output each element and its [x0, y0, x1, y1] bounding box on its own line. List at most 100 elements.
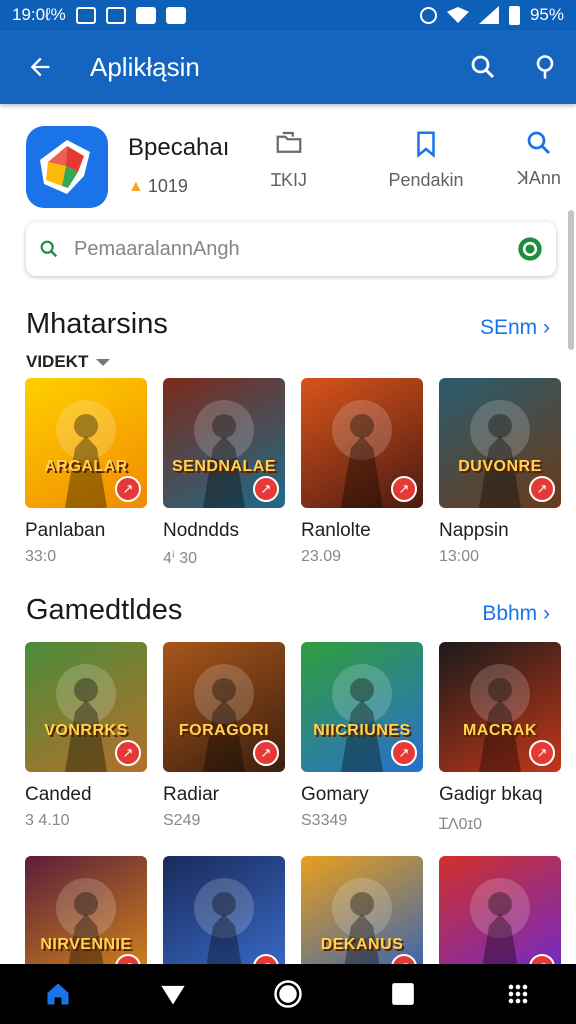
search-icon [40, 240, 58, 258]
home-icon [47, 983, 69, 1005]
game-row: ARGALAR ↗ Panlaban 33:0 SENDNALAE ↗ Nodndds 4ⁱ … [25, 378, 565, 578]
star-icon: ▲ [128, 177, 144, 195]
game-thumbnail[interactable]: ARGALAR ↗ [25, 378, 147, 508]
game-card[interactable]: ARGALAR ↗ Panlaban 33:0 [25, 378, 147, 566]
chevron-down-icon [96, 358, 111, 366]
game-meta: 13:00 [439, 548, 480, 565]
bottom-navigation [0, 964, 576, 1024]
game-card[interactable]: FORAGORI ↗ Radiar S249 [163, 642, 285, 830]
search-input[interactable] [74, 237, 516, 261]
game-art-title: NIRVENNIE [40, 936, 132, 953]
bookmark-action[interactable]: Pendakin [380, 128, 472, 191]
search-icon [527, 131, 551, 155]
game-meta: 3 4.10 [25, 812, 70, 829]
back-nav-button[interactable] [143, 964, 203, 1024]
see-more-link[interactable]: SEnm › [480, 316, 550, 340]
alarm-icon [419, 6, 437, 24]
folder-icon [276, 131, 302, 153]
game-meta: 23.09 [301, 548, 342, 565]
status-bar: 19:0ℓ% 95% [0, 0, 576, 30]
chevron-right-icon: › [537, 316, 550, 339]
game-card[interactable]: SENDNALAE ↗ Nodndds 4ⁱ 30 [163, 378, 285, 568]
notification-icon [135, 6, 156, 24]
bookmark-action-label: Pendakin [388, 170, 464, 190]
game-title: Panlaban [25, 520, 106, 541]
search-action-label: ꓘAnn [517, 168, 561, 188]
game-title: Gomary [301, 784, 369, 805]
game-thumbnail[interactable]: ↗ [301, 378, 423, 508]
folder-action-label: ꞮKIJ [270, 170, 307, 190]
notification-icon [165, 6, 186, 24]
folder-action[interactable]: ꞮKIJ [258, 128, 320, 192]
apps-button[interactable] [488, 964, 548, 1024]
game-card[interactable]: VONRRKS ↗ Canded 3 4.10 [25, 642, 147, 830]
see-more-label: SEnm [479, 316, 538, 339]
game-title: Nappsin [439, 520, 509, 541]
game-meta: 4ⁱ 30 [163, 550, 197, 567]
home-button[interactable] [28, 964, 88, 1024]
wifi-icon [446, 7, 469, 23]
game-meta: S249 [163, 812, 201, 829]
rating-value: 1019 [147, 176, 188, 196]
see-more-label: Bbhm [482, 602, 538, 625]
status-time: 19:0ℓ% [12, 5, 66, 24]
search-bar [26, 222, 556, 276]
search-icon [471, 55, 495, 79]
game-meta: 33:0 [25, 548, 57, 565]
game-thumbnail[interactable]: MACRAK ↗ [439, 642, 561, 772]
refresh-icon[interactable] [516, 235, 544, 263]
game-art-title: VONRRKS [44, 722, 128, 739]
game-art-title: SENDNALAE [171, 458, 277, 475]
triangle-back-icon [161, 985, 185, 1005]
game-card[interactable]: MACRAK ↗ Gadigr bkaq ꞮΛ0ɪ0 [439, 642, 561, 834]
game-meta: ꞮΛ0ɪ0 [439, 816, 483, 833]
game-thumbnail[interactable]: VONRRKS ↗ [25, 642, 147, 772]
game-art-title: MACRAK [462, 722, 538, 739]
game-title: Ranlolte [301, 520, 371, 541]
app-header: Bpecahaı ▲ 1019 ꞮKIJ Pendakin ꓘAnn [0, 104, 576, 214]
page-title: Aplikłąsin [90, 51, 200, 82]
location-button[interactable] [514, 30, 576, 104]
game-thumbnail[interactable]: DUVONRE ↗ [439, 378, 561, 508]
game-art-title: DUVONRE [458, 458, 542, 475]
game-thumbnail[interactable]: FORAGORI ↗ [163, 642, 285, 772]
circle-home-icon [274, 980, 302, 1008]
see-more-link[interactable]: Bbhm › [482, 602, 550, 626]
game-title: Nodndds [163, 520, 240, 541]
battery-icon [508, 5, 520, 25]
game-title: Gadigr bkaq [439, 784, 543, 805]
game-badge-icon: ↗ [529, 476, 555, 502]
game-art-title: FORAGORI [178, 722, 270, 739]
search-button[interactable] [452, 30, 514, 104]
game-badge-icon: ↗ [253, 740, 279, 766]
game-card[interactable]: ↗ Ranlolte 23.09 [301, 378, 423, 566]
game-thumbnail[interactable]: SENDNALAE ↗ [163, 378, 285, 508]
chevron-right-icon: › [537, 602, 550, 625]
game-title: Canded [25, 784, 92, 805]
notification-icon [105, 6, 126, 24]
square-recents-icon [392, 983, 414, 1005]
location-pin-icon [536, 55, 554, 79]
back-arrow-icon [30, 57, 50, 77]
search-action[interactable]: ꓘAnn [508, 128, 570, 189]
filter-label: VIDEKT [26, 352, 89, 371]
game-badge-icon: ↗ [391, 740, 417, 766]
section-title: Gamedtldes [26, 594, 183, 626]
battery-percent: 95% [529, 5, 564, 24]
game-card[interactable]: NIICRIUNES ↗ Gomary S3349 [301, 642, 423, 830]
filter-dropdown[interactable]: VIDEKT [26, 352, 111, 372]
game-title: Radiar [163, 784, 219, 805]
game-row: VONRRKS ↗ Canded 3 4.10 FORAGORI ↗ Radiar S249 N… [25, 642, 565, 842]
home-circle-button[interactable] [258, 964, 318, 1024]
game-thumbnail[interactable]: NIICRIUNES ↗ [301, 642, 423, 772]
game-meta: S3349 [301, 812, 348, 829]
scrollbar[interactable] [568, 210, 574, 350]
recents-button[interactable] [373, 964, 433, 1024]
back-button[interactable] [0, 30, 80, 104]
game-art-title: NIICRIUNES [313, 722, 411, 739]
game-card[interactable]: DUVONRE ↗ Nappsin 13:00 [439, 378, 561, 566]
section-title: Mhatarsins [26, 308, 168, 340]
app-logo [26, 126, 108, 208]
game-badge-icon: ↗ [529, 740, 555, 766]
bookmark-icon [417, 131, 435, 158]
